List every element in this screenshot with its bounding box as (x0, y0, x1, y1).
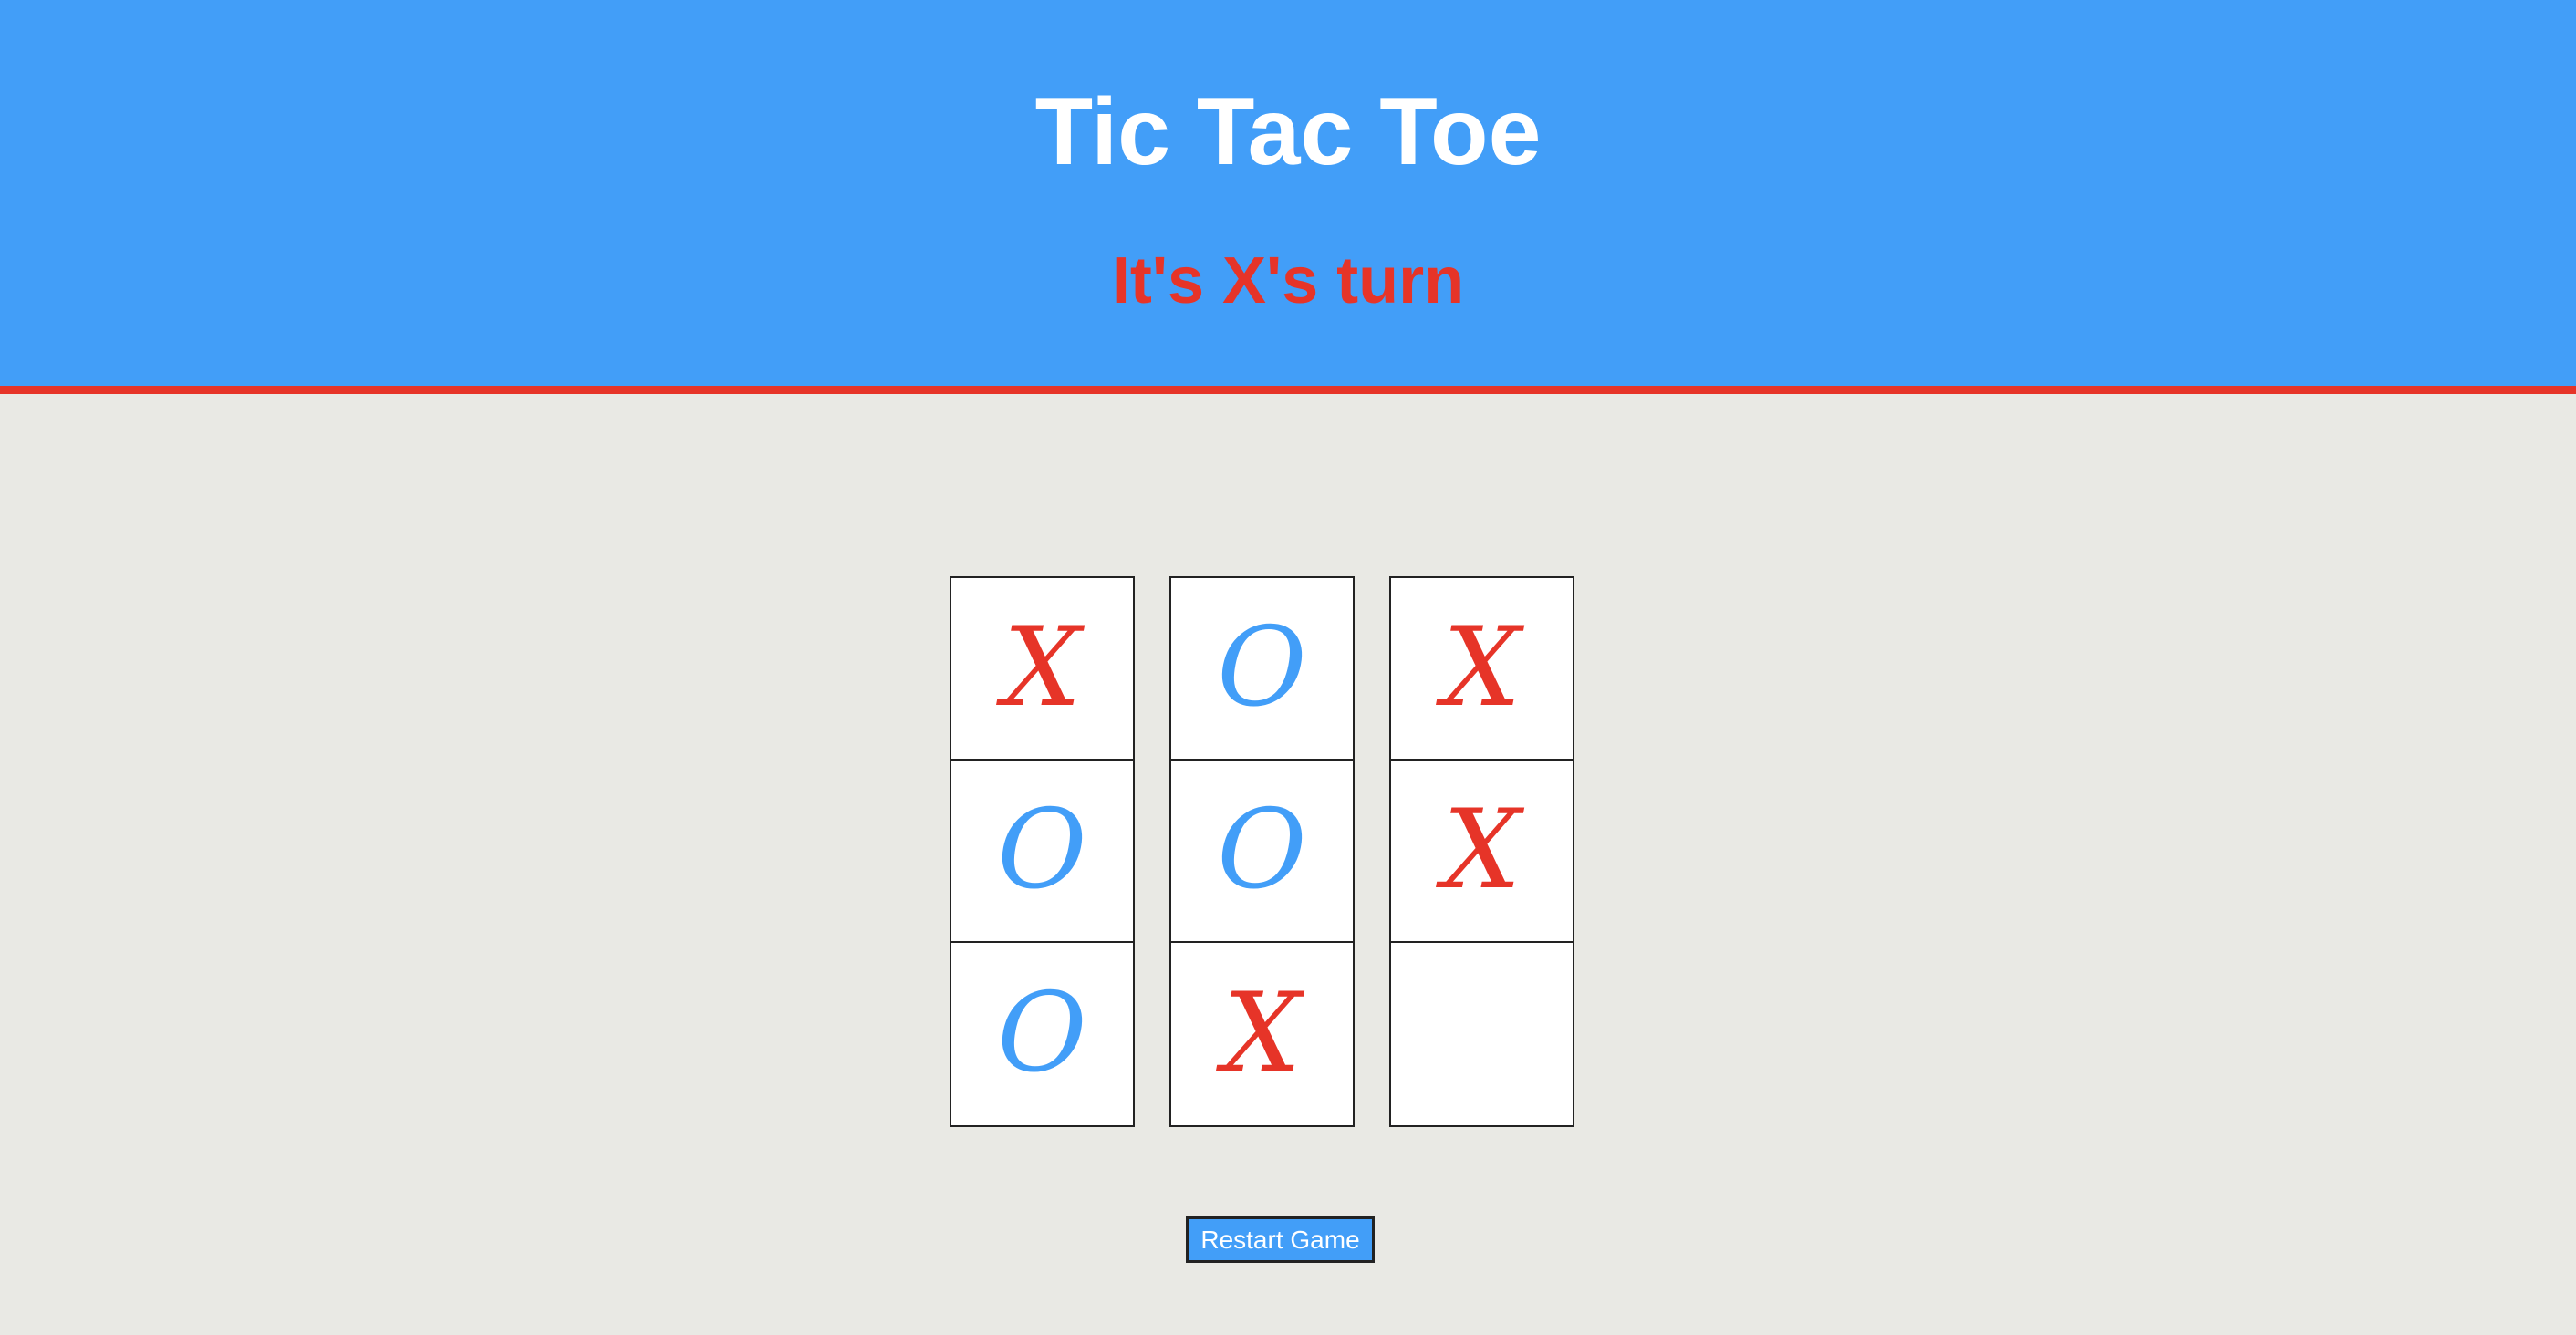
board-cell-2-2[interactable]: O (1171, 761, 1353, 943)
board-cell-1-3[interactable]: X (1391, 578, 1573, 761)
board-cell-3-2[interactable]: X (1171, 943, 1353, 1125)
board-column-1: X O O (950, 576, 1135, 1127)
board-cell-3-3[interactable] (1391, 943, 1573, 1125)
page-title: Tic Tac Toe (1034, 79, 1542, 185)
game-board: X O O O O X X X (950, 576, 1574, 1127)
board-cell-2-3[interactable]: X (1391, 761, 1573, 943)
turn-status: It's X's turn (1111, 244, 1465, 317)
restart-game-button[interactable]: Restart Game (1186, 1216, 1375, 1263)
board-cell-3-1[interactable]: O (951, 943, 1133, 1125)
board-cell-1-2[interactable]: O (1171, 578, 1353, 761)
board-column-2: O O X (1169, 576, 1355, 1127)
board-cell-2-1[interactable]: O (951, 761, 1133, 943)
header: Tic Tac Toe It's X's turn (0, 0, 2576, 394)
board-cell-1-1[interactable]: X (951, 578, 1133, 761)
board-column-3: X X (1389, 576, 1574, 1127)
